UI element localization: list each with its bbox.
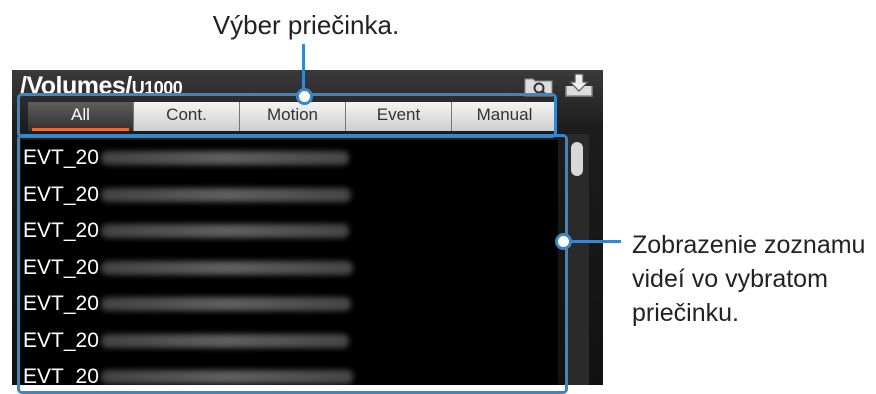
callout-folder-select: Výber priečinka.: [212, 10, 400, 40]
leader-dot-top: [296, 88, 313, 105]
callout-line: Zobrazenie zoznamu: [632, 231, 866, 259]
scrollbar[interactable]: [567, 134, 589, 385]
list-highlight-box: [17, 134, 568, 394]
callout-list-description: Zobrazenie zoznamu videí vo vybratom pri…: [632, 228, 876, 330]
callout-line: videí vo vybratom: [632, 265, 828, 293]
leader-line-right: [565, 240, 621, 243]
leader-dot-right: [555, 233, 572, 250]
scrollbar-thumb[interactable]: [571, 142, 583, 176]
download-icon[interactable]: [562, 72, 596, 98]
callout-line: priečinku.: [632, 299, 739, 327]
tabs-highlight-box: [17, 93, 557, 138]
